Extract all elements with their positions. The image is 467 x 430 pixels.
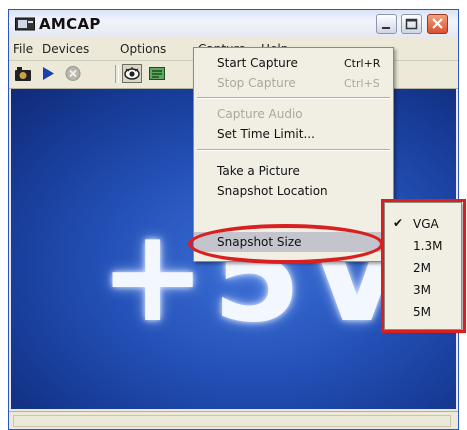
app-camera-icon bbox=[15, 17, 35, 31]
close-button[interactable] bbox=[427, 14, 448, 34]
maximize-icon bbox=[405, 18, 418, 30]
minimize-button[interactable] bbox=[376, 14, 397, 34]
title-bar[interactable]: AMCAP bbox=[9, 10, 458, 38]
menu-item-snapshot-location[interactable]: Snapshot Location bbox=[194, 181, 393, 201]
menu-item-take-a-picture[interactable]: Take a Picture bbox=[194, 161, 393, 181]
preview-eye-icon bbox=[124, 67, 140, 80]
start-capture-label: Start Capture bbox=[217, 56, 298, 70]
camera-icon bbox=[15, 67, 31, 81]
play-icon bbox=[43, 67, 54, 80]
status-bar bbox=[9, 411, 458, 429]
menu-item-stop-capture: Stop Capture Ctrl+S bbox=[194, 73, 393, 93]
stop-icon bbox=[65, 66, 81, 81]
close-icon bbox=[432, 18, 443, 29]
stop-capture-shortcut: Ctrl+S bbox=[344, 77, 380, 90]
start-capture-shortcut: Ctrl+R bbox=[344, 57, 381, 70]
menu-file[interactable]: File bbox=[13, 42, 33, 56]
stop-capture-label: Stop Capture bbox=[217, 76, 296, 90]
capture-toolbar-button[interactable] bbox=[13, 64, 33, 83]
overlay-icon bbox=[149, 67, 165, 80]
menu-item-capture-audio: Capture Audio bbox=[194, 104, 393, 124]
maximize-button[interactable] bbox=[401, 14, 422, 34]
status-field bbox=[13, 415, 451, 427]
stop-toolbar-button[interactable] bbox=[63, 64, 83, 83]
menu-separator bbox=[197, 149, 390, 151]
take-a-picture-label: Take a Picture bbox=[217, 164, 300, 178]
highlight-ellipse-annotation bbox=[188, 224, 384, 264]
menu-options[interactable]: Options bbox=[120, 42, 166, 56]
play-toolbar-button[interactable] bbox=[38, 64, 58, 83]
overlay-toolbar-button[interactable] bbox=[147, 64, 167, 83]
menu-item-start-capture[interactable]: Start Capture Ctrl+R bbox=[194, 53, 393, 73]
menu-separator bbox=[197, 97, 390, 99]
toolbar-separator bbox=[115, 65, 119, 83]
menu-devices[interactable]: Devices bbox=[42, 42, 89, 56]
highlight-box-annotation bbox=[381, 199, 466, 333]
preview-toolbar-button[interactable] bbox=[122, 64, 142, 83]
window-title: AMCAP bbox=[39, 15, 101, 33]
minimize-icon bbox=[382, 27, 390, 29]
capture-audio-label: Capture Audio bbox=[217, 107, 303, 121]
menu-item-set-time-limit[interactable]: Set Time Limit... bbox=[194, 124, 393, 144]
set-time-limit-label: Set Time Limit... bbox=[217, 127, 315, 141]
snapshot-location-label: Snapshot Location bbox=[217, 184, 328, 198]
